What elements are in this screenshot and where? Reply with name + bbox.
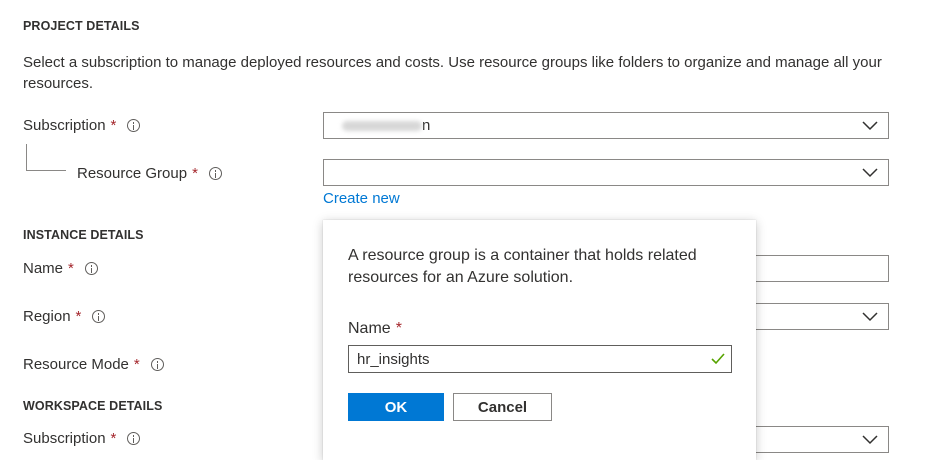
project-details-description: Select a subscription to manage deployed…: [23, 54, 882, 92]
info-icon[interactable]: [150, 358, 164, 371]
region-label-text: Region: [23, 308, 71, 325]
subscription-label-text: Subscription: [23, 117, 106, 134]
chevron-down-icon: [862, 312, 878, 322]
subscription-value: n: [422, 117, 431, 134]
workspace-subscription-label-text: Subscription: [23, 430, 106, 447]
create-resource-group-callout: A resource group is a container that hol…: [323, 220, 756, 460]
info-icon[interactable]: [127, 432, 141, 445]
workspace-subscription-label: Subscription *: [23, 430, 141, 447]
workspace-details-heading: WORKSPACE DETAILS: [23, 399, 163, 413]
callout-description: A resource group is a container that hol…: [348, 247, 697, 286]
tree-connector-horizontal: [26, 170, 66, 171]
cancel-button[interactable]: Cancel: [453, 393, 552, 421]
required-marker: *: [110, 117, 117, 134]
region-label: Region *: [23, 308, 106, 325]
ok-button[interactable]: OK: [348, 393, 444, 421]
resource-group-label: Resource Group *: [77, 165, 222, 182]
chevron-down-icon: [862, 435, 878, 445]
chevron-down-icon: [862, 168, 878, 178]
create-new-link[interactable]: Create new: [323, 190, 400, 207]
required-marker: *: [133, 356, 140, 373]
redacted-value: [342, 120, 422, 131]
required-marker: *: [192, 165, 198, 182]
resource-group-name-input[interactable]: hr_insights: [348, 345, 732, 373]
name-label-text: Name: [23, 260, 64, 277]
callout-name-label-text: Name: [348, 320, 391, 337]
tree-connector-vertical: [26, 144, 27, 170]
project-details-heading: PROJECT DETAILS: [23, 19, 140, 33]
required-marker: *: [110, 430, 117, 447]
chevron-down-icon: [862, 121, 878, 131]
info-icon[interactable]: [84, 262, 98, 275]
required-marker: *: [395, 320, 402, 337]
subscription-label: Subscription *: [23, 117, 141, 134]
checkmark-icon: [711, 353, 725, 365]
resource-group-dropdown[interactable]: [323, 159, 889, 186]
resource-mode-label: Resource Mode *: [23, 356, 164, 373]
resource-mode-label-text: Resource Mode: [23, 356, 129, 373]
subscription-dropdown[interactable]: n: [323, 112, 889, 139]
callout-name-label: Name *: [348, 320, 402, 338]
required-marker: *: [75, 308, 82, 325]
resource-group-name-value: hr_insights: [357, 350, 430, 368]
required-marker: *: [68, 260, 74, 277]
info-icon[interactable]: [127, 119, 141, 132]
info-icon[interactable]: [208, 167, 222, 180]
instance-details-heading: INSTANCE DETAILS: [23, 228, 144, 242]
name-label: Name *: [23, 260, 98, 277]
resource-group-label-text: Resource Group: [77, 165, 188, 182]
info-icon[interactable]: [92, 310, 106, 323]
